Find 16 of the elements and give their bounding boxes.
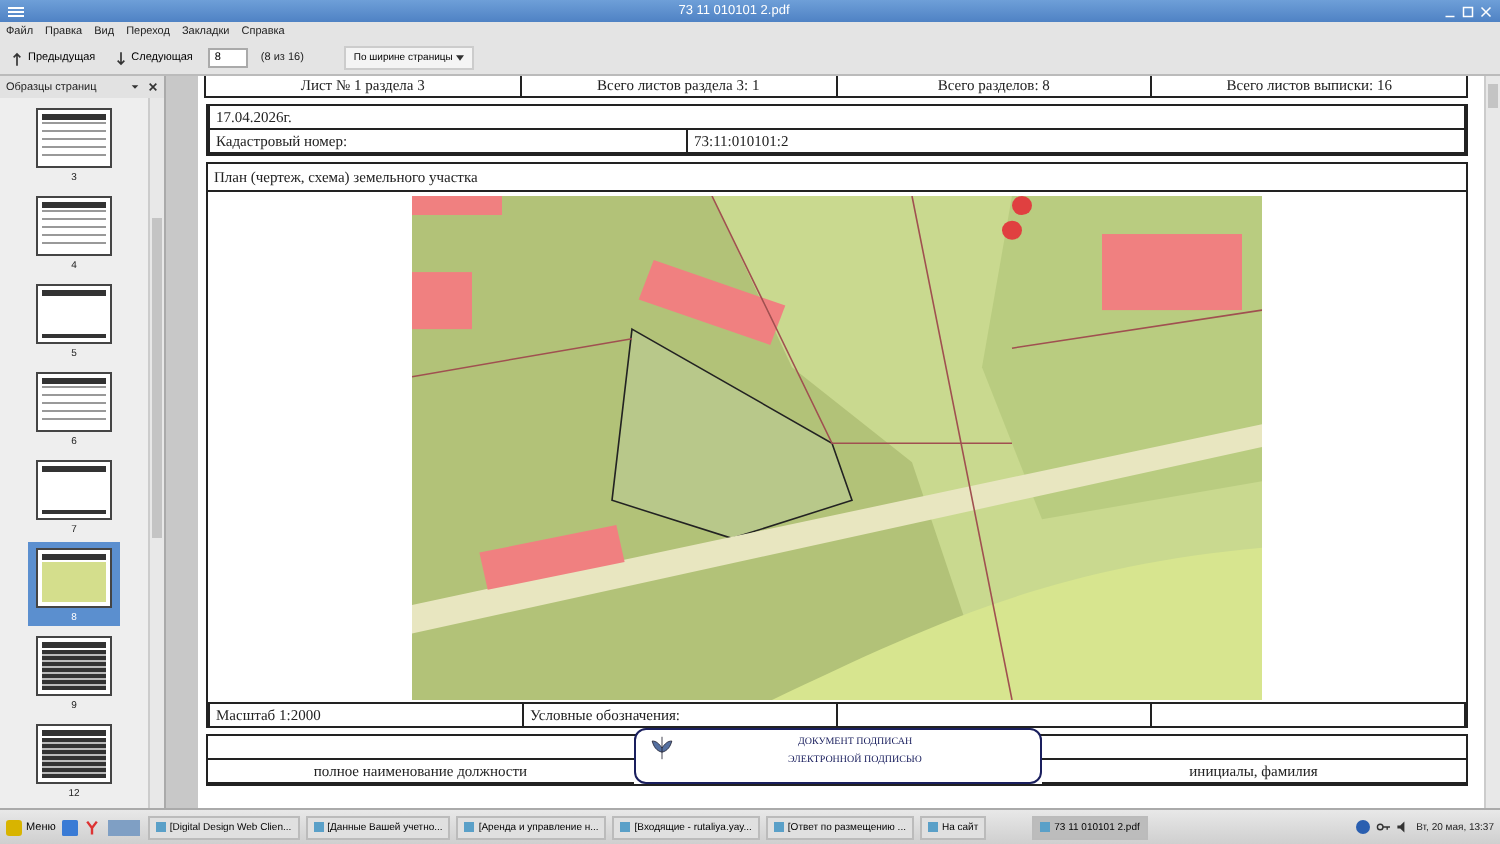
eagle-emblem-icon	[647, 734, 675, 762]
browser-icon[interactable]	[83, 819, 100, 835]
caret-icon	[456, 54, 465, 62]
file-manager-icon[interactable]	[61, 819, 78, 835]
desktop-icon[interactable]	[105, 819, 142, 835]
app-icon	[6, 819, 22, 835]
menu-icon[interactable]	[8, 5, 24, 17]
arrow-down-icon	[115, 51, 126, 65]
caret-icon[interactable]	[130, 82, 140, 92]
key-icon[interactable]	[1376, 820, 1391, 834]
scrollbar[interactable]	[148, 98, 164, 808]
maximize-icon[interactable]	[1462, 5, 1474, 17]
scrollbar[interactable]	[1484, 76, 1500, 808]
close-icon[interactable]	[148, 82, 158, 92]
arrow-up-icon	[12, 51, 22, 65]
network-icon[interactable]	[1356, 820, 1371, 834]
